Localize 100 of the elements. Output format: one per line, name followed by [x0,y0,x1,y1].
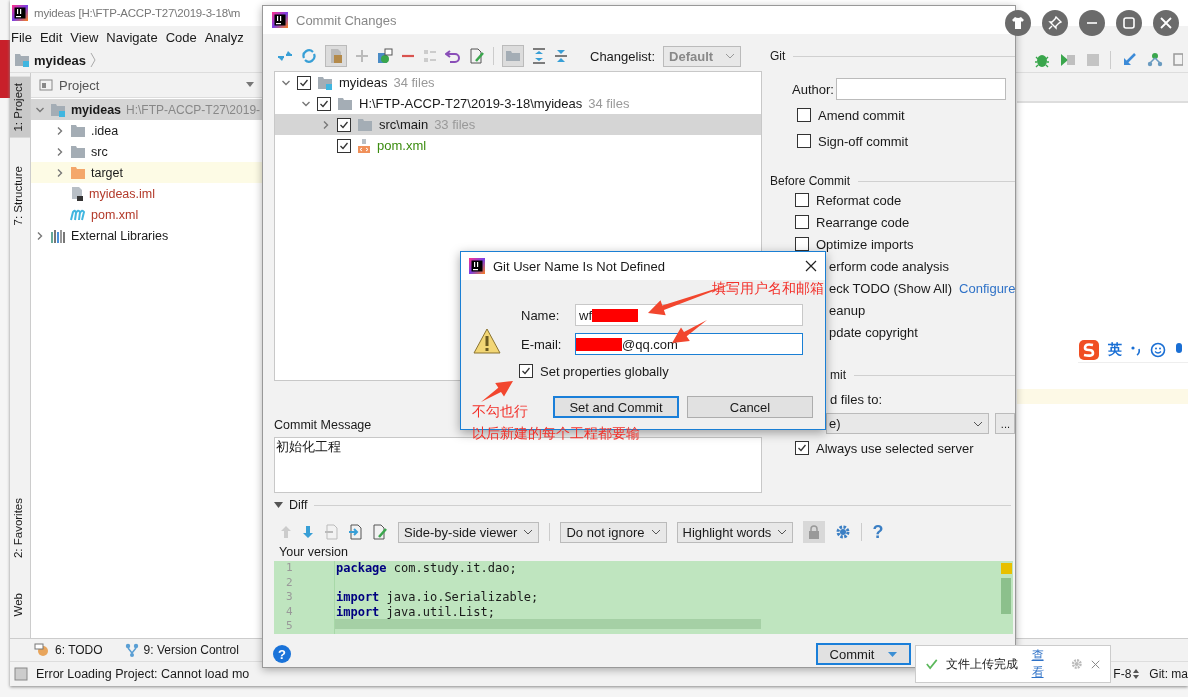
file-name: src\main [379,117,429,132]
author-field[interactable] [835,78,1006,100]
dropdown-caret-icon[interactable] [245,82,255,88]
tree-row[interactable]: .idea [31,120,263,141]
viewer-dropdown[interactable]: Side-by-side viewer [398,521,540,543]
folder-icon [70,145,86,158]
tool-tab[interactable]: 6: TODO [34,643,103,657]
annotation-text: 不勾也行 [472,403,528,419]
checkbox[interactable] [795,193,809,207]
view-link[interactable]: 查看 [1031,647,1052,681]
tree-row[interactable]: pom.xml [31,204,263,225]
window-icon[interactable] [1173,52,1183,68]
menu-item[interactable]: Analyz [204,29,244,45]
lock-button[interactable] [803,521,826,543]
menu-item[interactable]: Navigate [106,29,158,45]
highlight-dropdown[interactable]: Highlight words [676,521,794,543]
tool-tab[interactable]: 9: Version Control [124,643,239,657]
tree-row[interactable]: src [31,141,263,162]
tree-row[interactable]: target [31,162,263,183]
configure-link[interactable]: Configure [959,280,1016,296]
edit-document-icon[interactable] [372,524,388,540]
branch-icon[interactable] [1147,52,1163,68]
folder-icon [357,118,373,131]
app-icon [469,258,485,274]
folder-icon [70,166,86,179]
git-branch-widget[interactable]: Git: ma [1149,667,1188,681]
menu-item[interactable]: File [11,29,32,45]
expand-all-icon[interactable] [532,48,546,64]
checkbox[interactable] [797,134,811,148]
module-folder-icon [317,75,333,90]
whitespace-dropdown[interactable]: Do not ignore [560,521,667,543]
checkbox[interactable] [519,364,533,378]
checkbox[interactable] [795,215,809,229]
side-tab[interactable]: 7: Structure [10,159,30,232]
version-label: Your version [278,545,349,559]
tree-row[interactable]: External Libraries [31,225,263,246]
side-tab[interactable]: 2: Favorites [10,492,30,565]
redaction-mark [576,337,622,351]
option-label: Optimize imports [816,236,914,252]
option-label: Always use selected server [816,440,974,456]
folder-icon [337,97,353,110]
checkbox[interactable] [795,237,809,251]
maximize-icon [1122,16,1136,30]
dialog-button[interactable]: Set and Commit [553,396,679,418]
checkbox[interactable] [337,117,351,132]
chevron-down-icon [523,529,534,535]
expanded-triangle-icon[interactable] [274,501,283,509]
line-number: 3 [286,590,294,605]
server-dropdown[interactable]: e) [826,413,990,434]
help-button[interactable]: ? [273,645,291,663]
side-tab[interactable]: Web [10,586,30,622]
chevron-down-icon [777,529,788,535]
import-icon[interactable] [348,524,362,540]
side-tab[interactable]: 1: Project [10,77,30,138]
change-row[interactable]: H:\FTP-ACCP-T27\2019-3-18\myideas 34 files [275,93,761,114]
settings-icon[interactable] [1071,657,1083,671]
ime-mode[interactable]: 英 [1108,341,1122,359]
dialog-button[interactable]: Cancel [687,396,813,418]
down-arrow-icon[interactable] [302,525,314,539]
menu-item[interactable]: View [70,29,99,45]
edit-document-icon[interactable] [469,48,485,64]
scrollbar[interactable] [335,619,761,629]
tree-row[interactable]: myideas.iml [31,183,263,204]
menu-item[interactable]: Edit [39,29,63,45]
encoding-widget[interactable]: F-8 [1113,667,1132,681]
close-icon[interactable] [805,260,817,272]
undo-icon[interactable] [445,49,461,63]
sogou-s-icon[interactable] [1078,339,1100,361]
settings-icon[interactable] [835,524,852,540]
change-row[interactable]: src\main 33 files [275,114,761,135]
help-link[interactable]: ? [872,521,884,543]
update-arrow-icon[interactable] [1121,52,1137,68]
caret-icon [888,651,898,657]
maven-m-icon [70,208,86,221]
smiley-icon[interactable] [1150,342,1166,358]
punctuation-icon[interactable] [1130,344,1142,356]
change-row[interactable]: pom.xml [275,135,761,156]
notification-message: 文件上传完成 [945,655,1018,673]
refresh-icon[interactable] [301,48,317,64]
breadcrumb[interactable]: myideas [34,52,87,68]
checkbox[interactable] [797,108,811,122]
collapse-all-icon[interactable] [554,48,568,64]
browse-button[interactable]: ... [995,413,1016,434]
change-row[interactable]: myideas 34 files [275,72,761,93]
line-number: 1 [286,561,294,576]
commit-button[interactable]: Commit [816,643,911,665]
coverage-icon[interactable] [1060,52,1076,68]
name-field[interactable]: wf [575,304,803,326]
tree-row[interactable]: myideas H:\FTP-ACCP-T27\2019- [31,99,263,120]
checkbox[interactable] [337,138,351,153]
scrollbar[interactable] [1001,578,1011,614]
bug-icon[interactable] [1034,52,1050,68]
move-icon[interactable] [377,48,393,64]
unversioned-files-button[interactable] [325,45,347,67]
email-field[interactable]: @qq.com [575,333,803,355]
checkbox[interactable] [317,96,331,111]
menu-item[interactable]: Code [165,29,197,45]
checkbox[interactable] [795,441,809,455]
option-label: Sign-off commit [818,133,909,149]
checkbox[interactable] [297,75,311,90]
